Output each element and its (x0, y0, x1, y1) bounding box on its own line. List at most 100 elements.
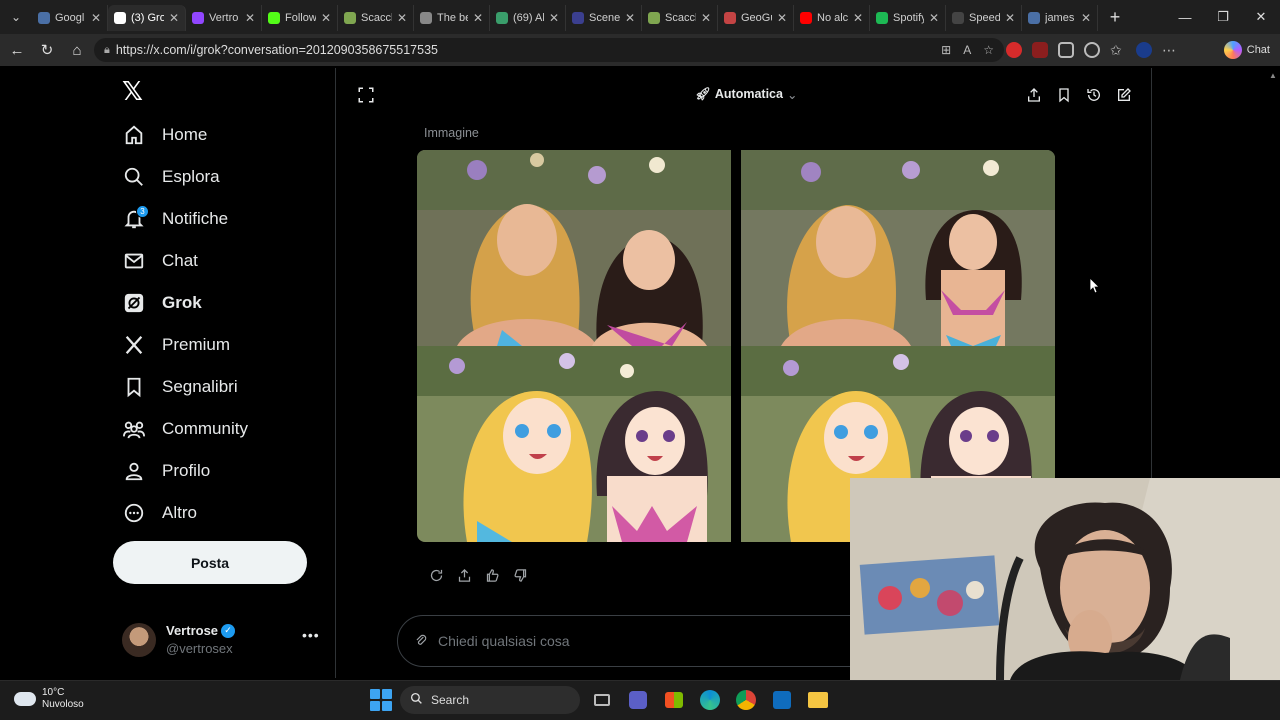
browser-tab[interactable]: The be ✕ (414, 5, 490, 31)
extension-red-icon[interactable] (1006, 42, 1022, 58)
tab-close-icon[interactable]: ✕ (777, 11, 787, 25)
sidebar-item-chat[interactable]: Chat (122, 244, 198, 278)
generated-image[interactable] (417, 150, 731, 346)
tab-favicon-icon (724, 12, 736, 24)
extensions-icon[interactable] (1058, 42, 1074, 58)
profile-ext-icon[interactable] (1136, 42, 1152, 58)
sidebar-item-home[interactable]: Home (122, 118, 207, 152)
tab-close-icon[interactable]: ✕ (929, 11, 939, 25)
browser-tab[interactable]: (3) Gro ✕ (108, 5, 186, 31)
taskbar-search[interactable]: Search (400, 686, 580, 714)
browser-tab[interactable]: Scacch ✕ (642, 5, 718, 31)
home-icon[interactable]: ⌂ (62, 35, 92, 65)
tab-close-icon[interactable]: ✕ (701, 11, 711, 25)
restore-icon[interactable]: ❐ (1204, 0, 1242, 34)
reload-icon[interactable]: ↻ (32, 35, 62, 65)
browser-tab[interactable]: Spotify ✕ (870, 5, 946, 31)
edge-icon[interactable] (696, 686, 724, 714)
browser-tab[interactable]: Googl ✕ (32, 5, 108, 31)
browser-tab[interactable]: Speed ✕ (946, 5, 1022, 31)
account-switcher[interactable]: Vertrose ✓ @vertrosex ••• (122, 621, 322, 659)
performance-icon[interactable] (1084, 42, 1100, 58)
account-more-icon[interactable]: ••• (302, 627, 320, 643)
tab-close-icon[interactable]: ✕ (169, 11, 179, 25)
profile-name: Vertrose (166, 623, 219, 638)
close-window-icon[interactable]: ✕ (1242, 0, 1280, 34)
tab-favicon-icon (268, 12, 280, 24)
browser-tab[interactable]: Vertro ✕ (186, 5, 262, 31)
attach-icon[interactable] (414, 633, 428, 650)
post-button[interactable]: Posta (113, 541, 307, 584)
image-section-label: Immagine (424, 126, 479, 140)
mode-selector[interactable]: 🚀︎ Automatica ⌄ (695, 84, 797, 104)
tab-close-icon[interactable]: ✕ (321, 11, 331, 25)
tab-close-icon[interactable]: ✕ (625, 11, 635, 25)
windows-start-icon[interactable] (370, 689, 392, 711)
sidebar-item-bookmarks[interactable]: Segnalibri (122, 370, 238, 404)
thumbs-up-icon[interactable] (483, 566, 501, 584)
sidebar-item-explore[interactable]: Esplora (122, 160, 220, 194)
history-icon[interactable] (1085, 86, 1103, 104)
tab-close-icon[interactable]: ✕ (91, 11, 101, 25)
more-circle-icon (122, 501, 146, 525)
favorite-star-icon[interactable]: ☆ (983, 43, 994, 57)
verified-badge-icon: ✓ (221, 623, 236, 638)
tab-list: Googl✕(3) Gro✕Vertro✕Follow✕Scacch✕The b… (32, 3, 1098, 31)
browser-tab[interactable]: Scene ✕ (566, 5, 642, 31)
sidebar-item-profile[interactable]: Profilo (122, 454, 210, 488)
site-info-icon[interactable]: 🔒︎ (104, 44, 110, 57)
outlook-icon[interactable] (768, 686, 796, 714)
bookmark-icon[interactable] (1055, 86, 1073, 104)
chrome-icon[interactable] (732, 686, 760, 714)
back-icon[interactable]: ← (2, 35, 32, 65)
browser-tab[interactable]: GeoGu ✕ (718, 5, 794, 31)
share-icon[interactable] (1025, 86, 1043, 104)
task-view-icon[interactable] (588, 686, 616, 714)
file-explorer-icon[interactable] (804, 686, 832, 714)
app-available-icon[interactable]: ⊞ (941, 43, 951, 57)
thumbs-down-icon[interactable] (511, 566, 529, 584)
copilot-button[interactable]: Chat (1223, 40, 1270, 60)
sidebar-item-grok[interactable]: Grok (122, 286, 202, 320)
teams-icon[interactable] (624, 686, 652, 714)
mouse-cursor-icon (1089, 277, 1100, 299)
tab-close-icon[interactable]: ✕ (473, 11, 483, 25)
regenerate-icon[interactable] (427, 566, 445, 584)
tab-close-icon[interactable]: ✕ (245, 11, 255, 25)
browser-tab[interactable]: james ✕ (1022, 5, 1098, 31)
sidebar-item-more[interactable]: Altro (122, 496, 197, 530)
browser-tab[interactable]: (69) Al ✕ (490, 5, 566, 31)
extension-dark-red-icon[interactable] (1032, 42, 1048, 58)
favorites-icon[interactable]: ✩ (1110, 42, 1126, 58)
tab-list-menu-icon[interactable]: ⌄ (0, 0, 32, 34)
tab-close-icon[interactable]: ✕ (853, 11, 863, 25)
browser-tab[interactable]: Follow ✕ (262, 5, 338, 31)
sidebar-item-community[interactable]: Community (122, 412, 248, 446)
share-icon[interactable] (455, 566, 473, 584)
url-field[interactable]: 🔒︎ https://x.com/i/grok?conversation=201… (94, 38, 1004, 62)
read-aloud-icon[interactable]: A (963, 43, 971, 57)
expand-icon[interactable] (357, 86, 377, 106)
scroll-up-icon[interactable]: ▲ (1266, 71, 1280, 80)
new-chat-icon[interactable] (1115, 86, 1133, 104)
x-logo-icon[interactable]: 𝕏 (122, 78, 148, 104)
chevron-down-icon: ⌄ (786, 87, 798, 102)
tab-close-icon[interactable]: ✕ (549, 11, 559, 25)
generated-image[interactable] (741, 150, 1055, 346)
generated-image[interactable] (417, 346, 731, 542)
tab-close-icon[interactable]: ✕ (1081, 11, 1091, 25)
browser-tab[interactable]: No alc ✕ (794, 5, 870, 31)
more-menu-icon[interactable]: ⋯ (1162, 42, 1178, 58)
browser-tab[interactable]: Scacch ✕ (338, 5, 414, 31)
minimize-icon[interactable]: — (1166, 0, 1204, 34)
new-tab-button[interactable]: + (1098, 7, 1132, 28)
tab-close-icon[interactable]: ✕ (1005, 11, 1015, 25)
profile-handle: @vertrosex (166, 641, 233, 656)
weather-condition: Nuvoloso (42, 699, 84, 710)
sidebar-item-premium[interactable]: Premium (122, 328, 230, 362)
weather-widget[interactable]: 10°C Nuvoloso (14, 687, 84, 711)
tab-label: (3) Gro (131, 12, 164, 24)
store-icon[interactable] (660, 686, 688, 714)
sidebar-item-notifications[interactable]: 3 Notifiche (122, 202, 228, 236)
tab-close-icon[interactable]: ✕ (397, 11, 407, 25)
